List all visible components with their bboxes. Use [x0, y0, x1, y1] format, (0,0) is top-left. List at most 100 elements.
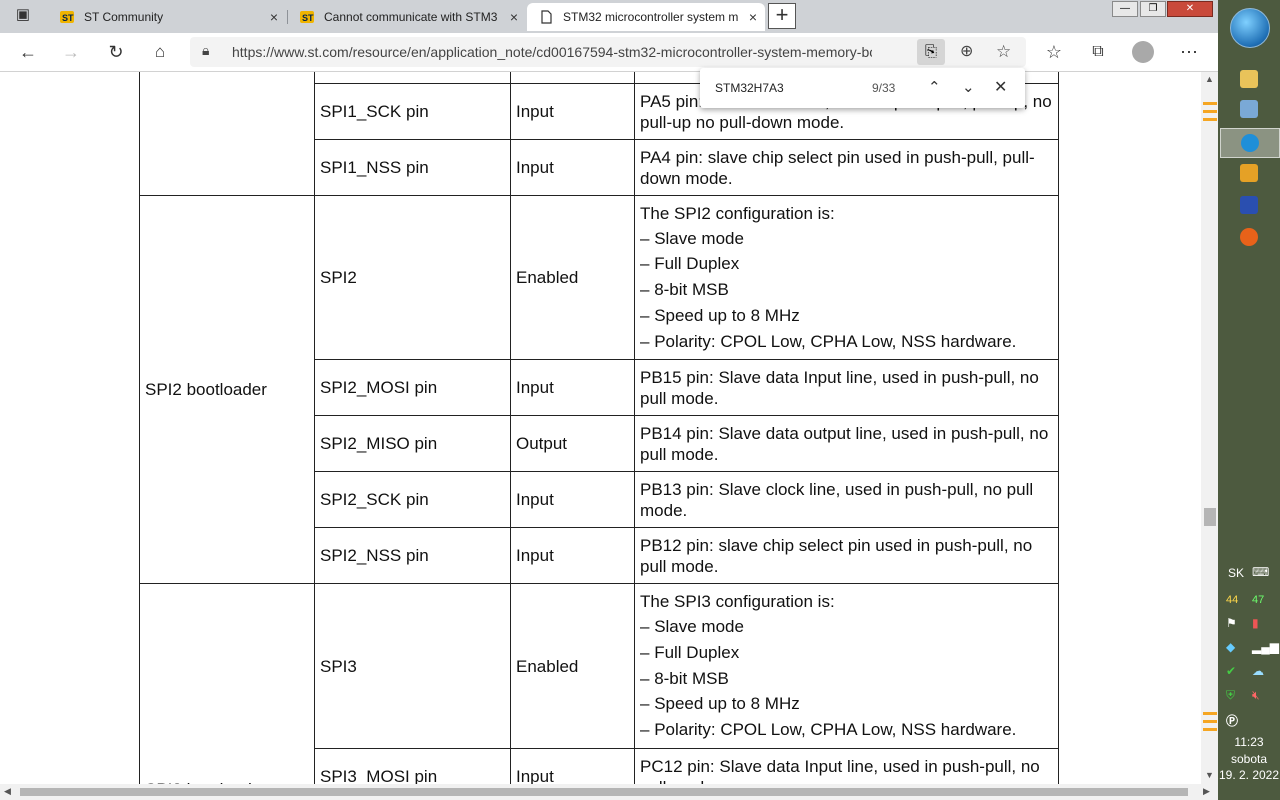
config-intro: The SPI2 configuration is:: [640, 203, 835, 223]
pdf-page: SPI1_SCK pin Input PA5 pin: Slave clock …: [0, 72, 1201, 784]
flag-icon[interactable]: ⚑: [1226, 616, 1237, 630]
refresh-icon[interactable]: ↻: [103, 40, 129, 64]
find-previous-icon[interactable]: ⌃: [928, 68, 941, 108]
pin-name: SPI1_NSS pin: [314, 139, 511, 196]
pin-description: PB14 pin: Slave data output line, used i…: [634, 415, 1059, 472]
tab-title: ST Community: [84, 10, 164, 24]
find-match-marker: [1203, 118, 1217, 121]
clock-date[interactable]: 19. 2. 2022: [1218, 768, 1280, 782]
scroll-left-icon[interactable]: ◀: [4, 786, 11, 797]
interface-name: SPI2: [314, 195, 511, 360]
check-icon[interactable]: ✔: [1226, 664, 1236, 678]
more-menu-icon[interactable]: ⋯: [1176, 40, 1202, 64]
explorer-icon[interactable]: [1240, 70, 1258, 88]
collections-icon[interactable]: ⧉: [1085, 40, 1111, 64]
pin-name: SPI2_NSS pin: [314, 527, 511, 584]
windows-start-icon[interactable]: [1230, 8, 1270, 48]
horizontal-scrollbar[interactable]: ◀ ▶: [0, 784, 1218, 800]
favorites-icon[interactable]: ☆: [1041, 40, 1067, 64]
lock-icon[interactable]: 🔒︎: [202, 42, 209, 59]
find-match-marker: [1203, 720, 1217, 723]
find-match-marker: [1203, 102, 1217, 105]
minimize-button[interactable]: —: [1112, 1, 1138, 17]
home-icon[interactable]: ⌂: [147, 40, 173, 64]
app-icon[interactable]: [1240, 100, 1258, 118]
config-item: 8-bit MSB: [640, 277, 1053, 303]
vertical-scrollbar[interactable]: ▲ ▼: [1201, 72, 1218, 784]
config-description: The SPI2 configuration is: Slave mode Fu…: [634, 195, 1059, 360]
pin-name: SPI1_SCK pin: [314, 83, 511, 140]
pin-mode: Input: [510, 139, 635, 196]
pin-name: SPI2_MISO pin: [314, 415, 511, 472]
close-tab-icon[interactable]: ×: [502, 9, 526, 25]
find-match-marker: [1203, 728, 1217, 731]
config-description: The SPI3 configuration is: Slave mode Fu…: [634, 583, 1059, 749]
config-item: 8-bit MSB: [640, 666, 1053, 692]
close-tab-icon[interactable]: ×: [262, 9, 286, 25]
st-logo-icon: ST: [300, 11, 314, 23]
tab-st-community[interactable]: ST ST Community ×: [48, 3, 286, 31]
tab-cannot-communicate[interactable]: ST Cannot communicate with STM3 ×: [288, 3, 526, 31]
windows-taskbar: SK ⌨ 44 47 ⚑ ▮ ◆ ▂▄▆ ✔ ☁ ⛨ 🔇︎ Ⓟ 11:23 so…: [1218, 0, 1280, 800]
pin-name: SPI2_MOSI pin: [314, 359, 511, 416]
pin-description: PB15 pin: Slave data Input line, used in…: [634, 359, 1059, 416]
config-intro: The SPI3 configuration is:: [640, 592, 835, 611]
pin-mode: Input: [510, 748, 635, 784]
find-close-icon[interactable]: ✕: [994, 68, 1007, 108]
keyboard-icon[interactable]: ⌨: [1252, 565, 1269, 579]
temperature-1: 44: [1226, 594, 1239, 606]
config-item: Slave mode: [640, 226, 1053, 252]
scroll-down-icon[interactable]: ▼: [1205, 770, 1214, 780]
table-cell: [139, 72, 315, 196]
find-bar: STM32H7A3 9/33 ⌃ ⌄ ✕: [700, 68, 1025, 108]
signal-icon[interactable]: ▂▄▆: [1252, 640, 1279, 654]
bootloader-label: SPI2 bootloader: [139, 195, 315, 584]
find-next-icon[interactable]: ⌄: [962, 68, 975, 108]
add-favorite-icon[interactable]: ☆: [996, 37, 1011, 67]
table-cell: [314, 72, 511, 84]
cloud-icon[interactable]: ☁: [1252, 664, 1264, 678]
address-bar[interactable]: 🔒︎ https://www.st.com/resource/en/applic…: [190, 37, 1026, 67]
config-item: Full Duplex: [640, 251, 1053, 277]
pin-name: SPI2_SCK pin: [314, 471, 511, 528]
network-tray-icon[interactable]: ◆: [1226, 640, 1235, 654]
close-tab-icon[interactable]: ×: [741, 9, 765, 25]
find-input[interactable]: STM32H7A3: [715, 68, 855, 108]
pin-description: PB13 pin: Slave clock line, used in push…: [634, 471, 1059, 528]
tab-stm32-pdf[interactable]: STM32 microcontroller system m ×: [527, 3, 765, 31]
table-row: SPI2 bootloader SPI2 Enabled The SPI2 co…: [139, 195, 1059, 584]
interface-state: Enabled: [510, 583, 635, 749]
media-player-icon[interactable]: [1240, 164, 1258, 182]
close-window-button[interactable]: ✕: [1167, 1, 1213, 17]
pin-mode: Input: [510, 527, 635, 584]
find-page-icon[interactable]: ⎘: [917, 39, 945, 65]
tab-title: STM32 microcontroller system m: [563, 10, 739, 24]
p-app-icon[interactable]: Ⓟ: [1226, 712, 1238, 729]
clock-day[interactable]: sobota: [1218, 752, 1280, 766]
tab-actions-icon[interactable]: ▣: [10, 3, 36, 27]
new-tab-button[interactable]: +: [768, 3, 796, 29]
language-indicator[interactable]: SK: [1228, 566, 1244, 580]
table-cell: [510, 72, 635, 84]
firefox-icon[interactable]: [1240, 228, 1258, 246]
scroll-right-icon[interactable]: ▶: [1203, 786, 1210, 797]
url-text[interactable]: https://www.st.com/resource/en/applicati…: [232, 37, 872, 67]
forward-arrow-icon[interactable]: →: [58, 40, 84, 64]
scroll-thumb[interactable]: [1204, 508, 1216, 526]
pin-description: PC12 pin: Slave data Input line, used in…: [634, 748, 1059, 784]
battery-icon[interactable]: ▮: [1252, 616, 1259, 630]
scroll-thumb[interactable]: [20, 788, 1188, 796]
back-arrow-icon[interactable]: ←: [15, 40, 41, 64]
volume-muted-icon[interactable]: 🔇︎: [1252, 688, 1260, 703]
maximize-button[interactable]: ❐: [1140, 1, 1166, 17]
zoom-icon[interactable]: ⊕: [960, 37, 973, 67]
tab-title: Cannot communicate with STM3: [324, 10, 498, 24]
clock-time[interactable]: 11:23: [1218, 735, 1280, 749]
edge-taskbar-item[interactable]: [1220, 128, 1280, 158]
shield-icon[interactable]: ⛨: [1226, 688, 1235, 703]
find-match-marker: [1203, 712, 1217, 715]
scroll-up-icon[interactable]: ▲: [1205, 74, 1214, 84]
save-icon[interactable]: [1240, 196, 1258, 214]
pin-description: PB12 pin: slave chip select pin used in …: [634, 527, 1059, 584]
profile-avatar[interactable]: [1132, 41, 1154, 63]
